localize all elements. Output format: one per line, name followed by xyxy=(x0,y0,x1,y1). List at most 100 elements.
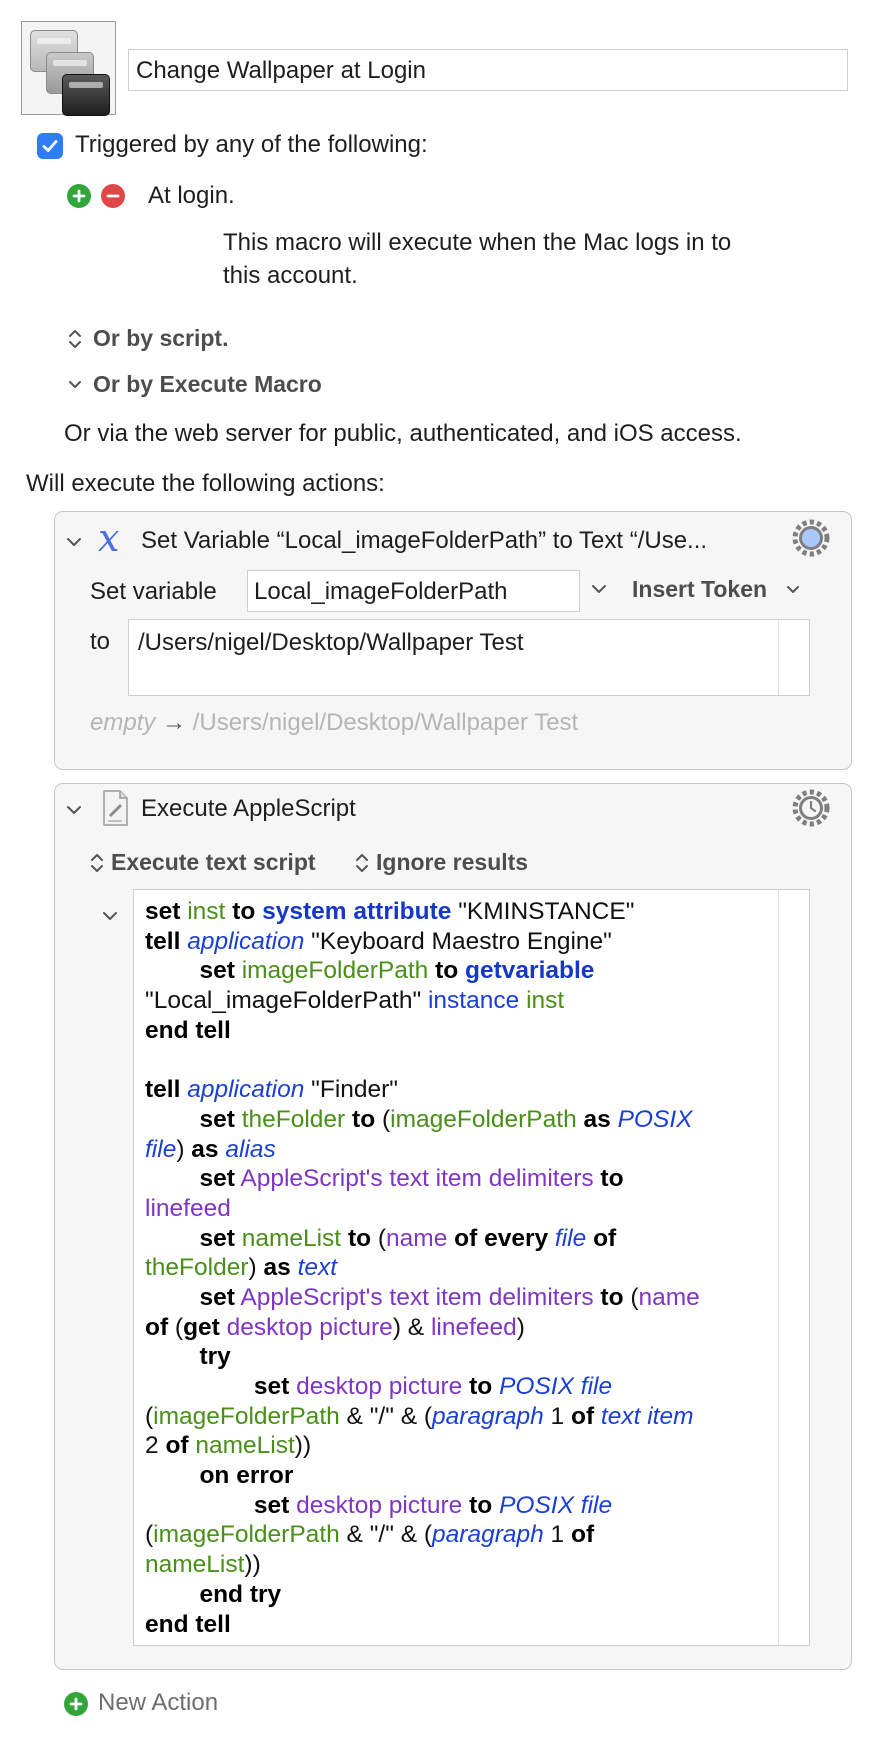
code-line: try xyxy=(145,1342,765,1372)
code-line: set desktop picture to POSIX file xyxy=(145,1372,765,1402)
text-value: /Users/nigel/Desktop/Wallpaper Test xyxy=(138,629,524,656)
code-token: end tell xyxy=(145,1016,231,1044)
code-token: to xyxy=(600,1283,624,1311)
code-token: to xyxy=(347,1224,372,1252)
actions-header: Will execute the following actions: xyxy=(26,470,385,497)
code-token: end try xyxy=(199,1580,282,1608)
code-token: to xyxy=(435,957,459,985)
text-value-scrollbar[interactable] xyxy=(778,620,809,695)
code-token: to xyxy=(469,1373,493,1400)
code-token: 2 xyxy=(145,1432,166,1460)
code-line: (imageFolderPath & "/" & (paragraph 1 of… xyxy=(145,1402,765,1432)
macro-name-field[interactable]: Change Wallpaper at Login xyxy=(128,49,848,91)
code-token: nameList xyxy=(241,1224,342,1252)
applescript-code[interactable]: set inst to system attribute "KMINSTANCE… xyxy=(145,897,765,1639)
add-trigger-button[interactable] xyxy=(67,184,91,208)
code-token: ) & xyxy=(392,1313,431,1341)
code-token: of xyxy=(570,1521,595,1549)
collapse-chevron-icon[interactable] xyxy=(66,804,82,816)
collapse-chevron-icon[interactable] xyxy=(66,536,82,548)
code-token: ) xyxy=(248,1254,264,1282)
or-by-execute-macro-label: Or by Execute Macro xyxy=(93,371,322,397)
code-token: inst xyxy=(187,898,226,925)
to-label: to xyxy=(90,628,111,655)
triggers-header: Triggered by any of the following: xyxy=(75,131,428,158)
up-down-chevron-icon xyxy=(91,854,103,872)
gear-icon[interactable] xyxy=(792,519,830,557)
code-token: file xyxy=(554,1224,587,1252)
code-line: set AppleScript's text item delimiters t… xyxy=(145,1283,765,1313)
code-token: set xyxy=(199,1283,235,1311)
set-variable-label: Set variable xyxy=(90,578,217,605)
code-token: POSIX file xyxy=(499,1373,613,1400)
variable-dropdown-chevron-icon[interactable] xyxy=(591,583,607,595)
code-token: & "/" & ( xyxy=(339,1402,433,1430)
code-token: ) xyxy=(516,1313,525,1341)
code-token: to xyxy=(600,1165,624,1193)
or-by-script-label: Or by script. xyxy=(93,325,229,351)
trigger-label: At login. xyxy=(148,182,235,209)
code-token: ( xyxy=(168,1313,184,1341)
script-editor-scrollbar[interactable] xyxy=(778,890,809,1645)
applescript-icon xyxy=(103,790,128,826)
code-token: of every xyxy=(454,1224,549,1252)
code-token: set xyxy=(199,1165,235,1193)
code-token: )) xyxy=(244,1551,261,1579)
code-token: POSIX xyxy=(617,1105,693,1133)
code-token: nameList xyxy=(195,1432,295,1460)
variable-x-icon: x xyxy=(98,521,119,557)
set-variable-action[interactable]: x Set Variable “Local_imageFolderPath” t… xyxy=(54,511,852,770)
code-token: desktop picture xyxy=(226,1313,393,1341)
execute-mode-label: Execute text script xyxy=(111,849,316,875)
triggers-enabled-checkbox[interactable] xyxy=(37,133,63,159)
code-line: set desktop picture to POSIX file xyxy=(145,1491,765,1521)
gear-icon[interactable] xyxy=(792,789,830,827)
code-token: desktop picture xyxy=(296,1373,463,1400)
code-line: set nameList to (name of every file of xyxy=(145,1224,765,1254)
code-token: of xyxy=(145,1313,169,1341)
code-token: linefeed xyxy=(430,1313,517,1341)
code-token: application xyxy=(187,927,305,955)
code-token: end tell xyxy=(145,1610,231,1638)
plus-icon xyxy=(64,1692,88,1716)
insert-token-button[interactable]: Insert Token xyxy=(632,576,799,603)
script-collapse-chevron-icon[interactable] xyxy=(102,910,118,922)
code-token: getvariable xyxy=(465,957,595,985)
code-token: set xyxy=(199,957,235,985)
code-token: ) xyxy=(176,1135,192,1163)
code-token: name xyxy=(638,1283,700,1311)
code-token: of xyxy=(593,1224,617,1252)
text-value-field[interactable]: /Users/nigel/Desktop/Wallpaper Test xyxy=(128,619,810,696)
code-token: as xyxy=(191,1135,219,1163)
code-token: inst xyxy=(526,987,565,1015)
code-line: end tell xyxy=(145,1016,765,1046)
macro-icon[interactable] xyxy=(21,21,116,116)
code-token: alias xyxy=(225,1135,276,1163)
insert-token-label: Insert Token xyxy=(632,576,768,602)
code-token: ( xyxy=(623,1283,639,1311)
code-line: on error xyxy=(145,1461,765,1491)
code-token: paragraph xyxy=(432,1402,544,1430)
code-line: 2 of nameList)) xyxy=(145,1431,765,1461)
remove-trigger-button[interactable] xyxy=(101,184,125,208)
code-token: of xyxy=(165,1432,189,1460)
code-token: set xyxy=(145,898,181,925)
variable-name-field[interactable]: Local_imageFolderPath xyxy=(247,570,580,612)
code-token: text item xyxy=(600,1402,694,1430)
minus-icon xyxy=(106,194,120,198)
code-token: AppleScript's text item delimiters xyxy=(240,1165,594,1193)
